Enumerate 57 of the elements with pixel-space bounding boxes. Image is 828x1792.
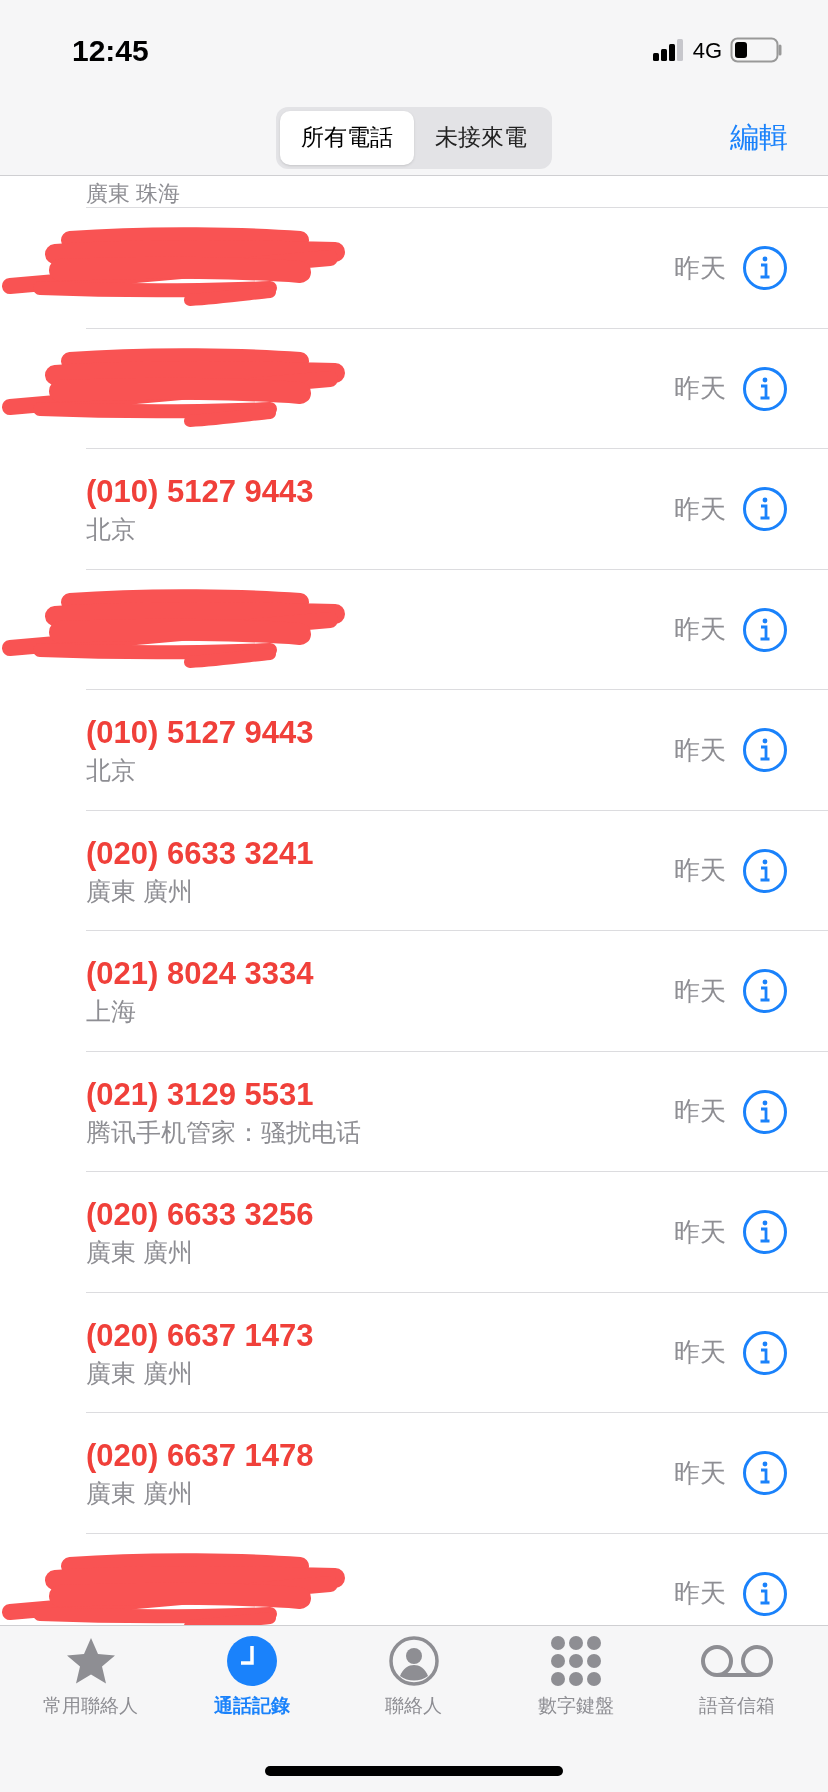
call-location: 廣東 廣州 bbox=[86, 1478, 194, 1509]
call-time: 昨天 bbox=[674, 1577, 726, 1611]
call-time: 昨天 bbox=[674, 1215, 726, 1249]
info-icon[interactable] bbox=[742, 1329, 788, 1376]
person-circle-icon bbox=[388, 1635, 440, 1687]
tab-item[interactable]: 語音信箱 bbox=[656, 1634, 818, 1721]
info-icon[interactable] bbox=[742, 1209, 788, 1256]
call-time: 昨天 bbox=[674, 974, 726, 1008]
network-label: 4G bbox=[692, 36, 722, 65]
call-time: 昨天 bbox=[674, 1456, 726, 1490]
phone-number: (010) 5127 9443 bbox=[86, 473, 315, 512]
phone-number: (010) 5127 9443 bbox=[86, 714, 315, 753]
info-icon[interactable] bbox=[742, 1570, 788, 1617]
call-location: 廣東 廣州 bbox=[86, 875, 194, 907]
segment-tab[interactable]: 所有電話 bbox=[280, 110, 414, 165]
call-time: 昨天 bbox=[674, 372, 726, 406]
call-location: 北京 bbox=[86, 514, 137, 545]
segment-tab[interactable]: 未接來電 bbox=[414, 110, 548, 165]
phone-number: (021) 8024 3334 bbox=[86, 955, 315, 994]
battery-icon bbox=[730, 37, 784, 63]
info-icon[interactable] bbox=[742, 606, 788, 653]
tab-item[interactable]: 數字鍵盤 bbox=[494, 1634, 657, 1721]
tab-item[interactable]: 常用聯絡人 bbox=[10, 1634, 172, 1721]
star-icon bbox=[64, 1636, 117, 1686]
call-location: 廣東 珠海 bbox=[86, 183, 181, 205]
phone-number: (020) 6637 1478 bbox=[86, 1437, 315, 1476]
phone-number: (020) 6633 3241 bbox=[86, 834, 315, 873]
info-icon[interactable] bbox=[742, 727, 788, 774]
call-time: 昨天 bbox=[674, 492, 726, 526]
call-time: 昨天 bbox=[674, 251, 726, 285]
call-time: 昨天 bbox=[674, 613, 726, 647]
info-icon[interactable] bbox=[742, 847, 788, 894]
keypad-icon bbox=[549, 1635, 602, 1687]
info-icon[interactable] bbox=[742, 365, 788, 412]
info-icon[interactable] bbox=[742, 1088, 788, 1135]
tab-item[interactable]: 聯絡人 bbox=[333, 1634, 495, 1721]
phone-number: (020) 6633 3256 bbox=[86, 1196, 315, 1235]
info-icon[interactable] bbox=[742, 968, 788, 1015]
call-location: 廣東 廣州 bbox=[86, 1357, 194, 1389]
call-location: 廣東 廣州 bbox=[86, 1237, 194, 1268]
phone-number: (020) 6637 1473 bbox=[86, 1316, 315, 1355]
call-time: 昨天 bbox=[674, 1095, 726, 1129]
call-location: 北京 bbox=[86, 755, 137, 786]
clock-icon bbox=[226, 1635, 279, 1687]
tab-item[interactable]: 通話記錄 bbox=[171, 1634, 334, 1721]
call-time: 昨天 bbox=[674, 733, 726, 767]
call-location: 上海 bbox=[86, 996, 137, 1027]
info-icon[interactable] bbox=[742, 486, 788, 533]
edit-button[interactable]: 編輯 bbox=[730, 115, 788, 160]
call-time: 昨天 bbox=[674, 854, 726, 888]
phone-number: (021) 3129 5531 bbox=[86, 1075, 315, 1114]
info-icon[interactable] bbox=[742, 1450, 788, 1497]
call-location: 腾讯手机管家：骚扰电话 bbox=[86, 1116, 362, 1148]
info-icon[interactable] bbox=[742, 245, 788, 292]
status-time: 12:45 bbox=[72, 32, 149, 69]
signal-icon bbox=[652, 39, 685, 61]
call-time: 昨天 bbox=[674, 1336, 726, 1370]
